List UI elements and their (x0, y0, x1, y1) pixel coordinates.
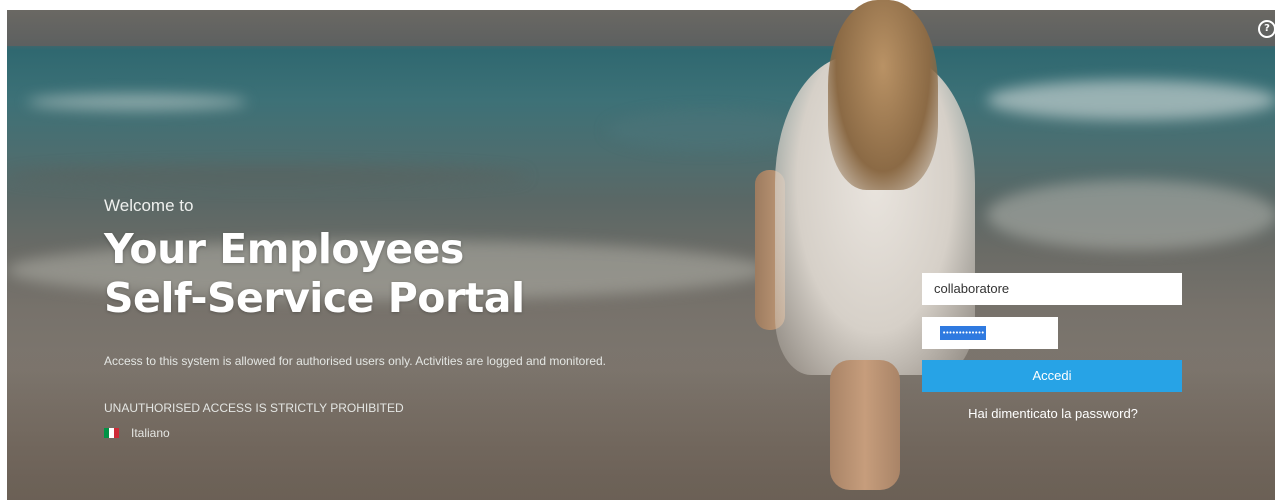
flag-stripe-red (114, 428, 119, 438)
wave (27, 94, 247, 110)
help-circle-icon[interactable]: ? (1258, 20, 1275, 38)
welcome-text: Welcome to (104, 196, 194, 215)
page-title-line1: Your Employees (104, 225, 464, 273)
password-mask: ••••••••••••• (940, 326, 986, 340)
username-input[interactable]: collaboratore (922, 273, 1182, 305)
figure-hair (828, 0, 938, 190)
wave (7, 165, 527, 187)
figure-legs (830, 360, 900, 490)
password-input[interactable]: ••••••••••••• (922, 317, 1058, 349)
access-notice: Access to this system is allowed for aut… (104, 354, 607, 368)
login-button[interactable]: Accedi (922, 360, 1182, 392)
wave-foam (987, 180, 1275, 250)
wave (987, 80, 1275, 120)
page-title-line2: Self-Service Portal (104, 274, 525, 322)
access-warning: UNAUTHORISED ACCESS IS STRICTLY PROHIBIT… (104, 401, 404, 415)
language-selector[interactable]: Italiano (104, 426, 170, 440)
page-title: Your Employees Self-Service Portal (104, 225, 525, 323)
italy-flag-icon (104, 428, 119, 438)
forgot-password-link[interactable]: Hai dimenticato la password? (922, 406, 1184, 421)
language-label: Italiano (131, 426, 170, 440)
sky-band (7, 10, 1275, 46)
